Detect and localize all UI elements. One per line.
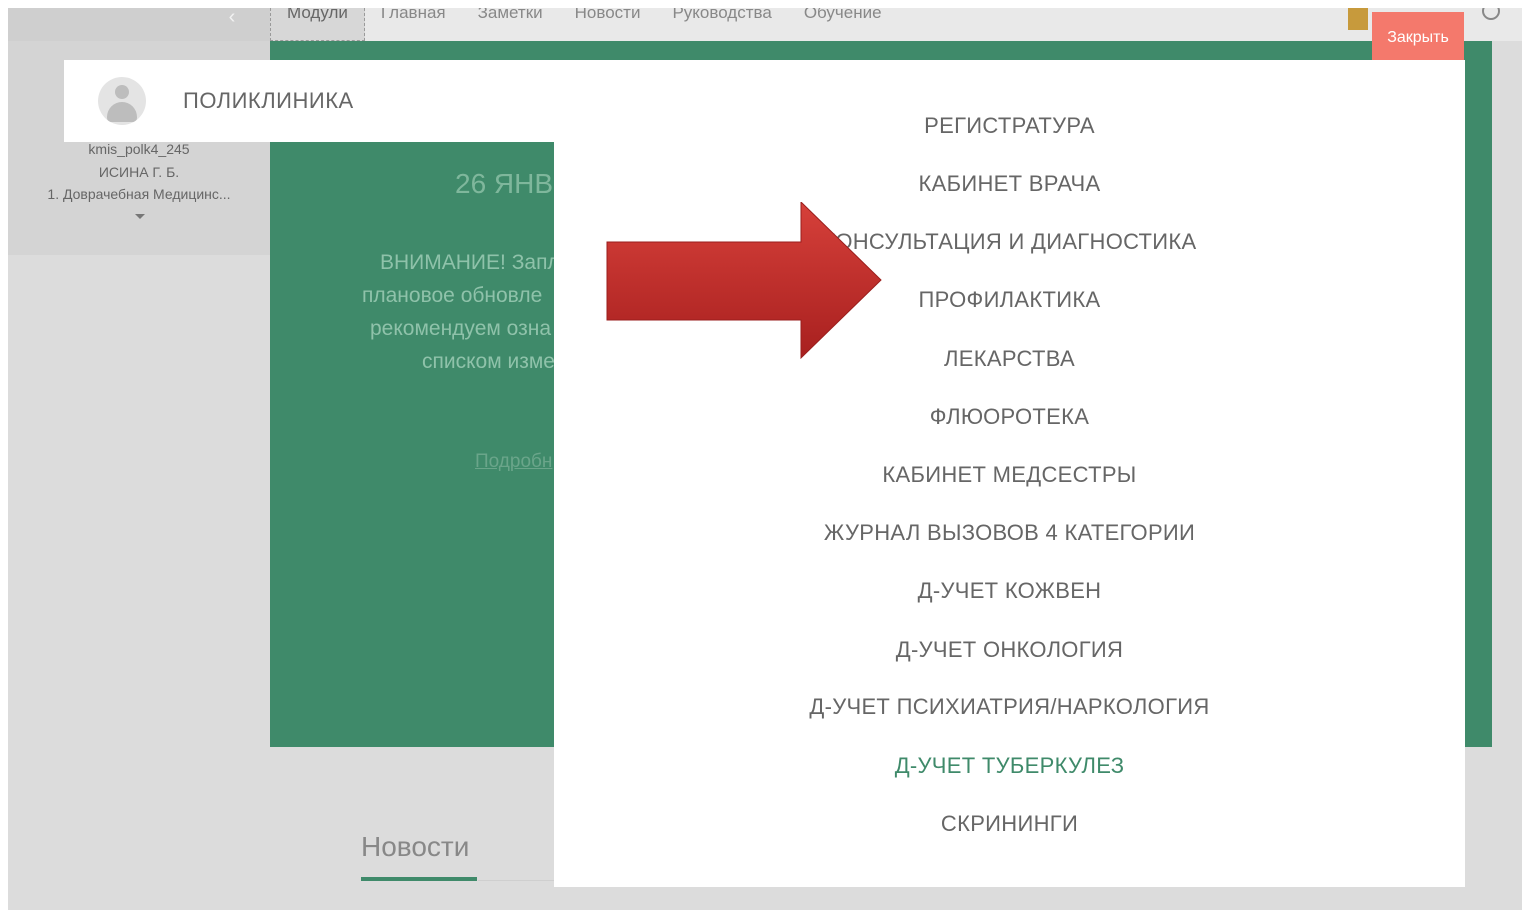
announcement-text-line: списком изме — [422, 350, 555, 373]
menu-item-dermatology[interactable]: Д-УЧЕТ КОЖВЕН — [554, 578, 1465, 604]
user-name: ИСИНА Г. Б. — [98, 164, 180, 180]
tab-training[interactable]: Обучение — [788, 8, 898, 41]
news-heading: Новости — [361, 831, 470, 862]
divider — [478, 880, 558, 881]
details-link[interactable]: Подробн — [475, 451, 552, 473]
power-icon[interactable] — [1482, 8, 1500, 20]
tab-modules[interactable]: Модули — [270, 8, 365, 41]
module-menu: РЕГИСТРАТУРА КАБИНЕТ ВРАЧА КОНСУЛЬТАЦИЯ … — [554, 60, 1465, 887]
tab-notes[interactable]: Заметки — [462, 8, 559, 41]
announcement-date: 26 ЯНВ — [455, 168, 554, 199]
tab-news[interactable]: Новости — [559, 8, 657, 41]
notification-icon[interactable] — [1348, 8, 1368, 30]
tab-home[interactable]: Главная — [365, 8, 462, 41]
tab-guides[interactable]: Руководства — [656, 8, 787, 41]
menu-item-nurse-office[interactable]: КАБИНЕТ МЕДСЕСТРЫ — [554, 462, 1465, 488]
doctor-avatar-icon — [98, 77, 146, 125]
announcement-text-line: ВНИМАНИЕ! Запл — [380, 251, 560, 274]
user-organization: 1. Доврачебная Медицинс... — [47, 186, 231, 202]
announcement-text-line: рекомендуем озна — [370, 317, 551, 340]
announcement-text-line: плановое обновле — [362, 284, 543, 307]
red-arrow-icon — [606, 202, 882, 360]
news-tab-indicator — [361, 877, 477, 881]
top-bar: ‹ Модули Главная Заметки Новости Руковод… — [8, 8, 1522, 41]
menu-item-doctor-office[interactable]: КАБИНЕТ ВРАЧА — [554, 171, 1465, 197]
user-login: kmis_polk4_245 — [88, 141, 190, 157]
sidebar-header: ‹ — [8, 8, 270, 41]
menu-item-registry[interactable]: РЕГИСТРАТУРА — [554, 113, 1465, 139]
module-title: ПОЛИКЛИНИКА — [183, 88, 354, 113]
module-header: ПОЛИКЛИНИКА — [64, 60, 556, 142]
menu-item-psychiatry[interactable]: Д-УЧЕТ ПСИХИАТРИЯ/НАРКОЛОГИЯ — [554, 694, 1465, 720]
menu-item-screenings[interactable]: СКРИНИНГИ — [554, 811, 1465, 837]
menu-item-call-journal[interactable]: ЖУРНАЛ ВЫЗОВОВ 4 КАТЕГОРИИ — [554, 520, 1465, 546]
main-tabs: Модули Главная Заметки Новости Руководст… — [270, 8, 898, 41]
menu-item-fluoroteka[interactable]: ФЛЮОРОТЕКА — [554, 404, 1465, 430]
menu-item-tuberculosis[interactable]: Д-УЧЕТ ТУБЕРКУЛЕЗ — [554, 753, 1465, 779]
caret-down-icon[interactable] — [135, 214, 145, 219]
chevron-left-icon[interactable]: ‹ — [220, 8, 244, 30]
menu-item-oncology[interactable]: Д-УЧЕТ ОНКОЛОГИЯ — [554, 637, 1465, 663]
close-button[interactable]: Закрыть — [1372, 12, 1464, 60]
